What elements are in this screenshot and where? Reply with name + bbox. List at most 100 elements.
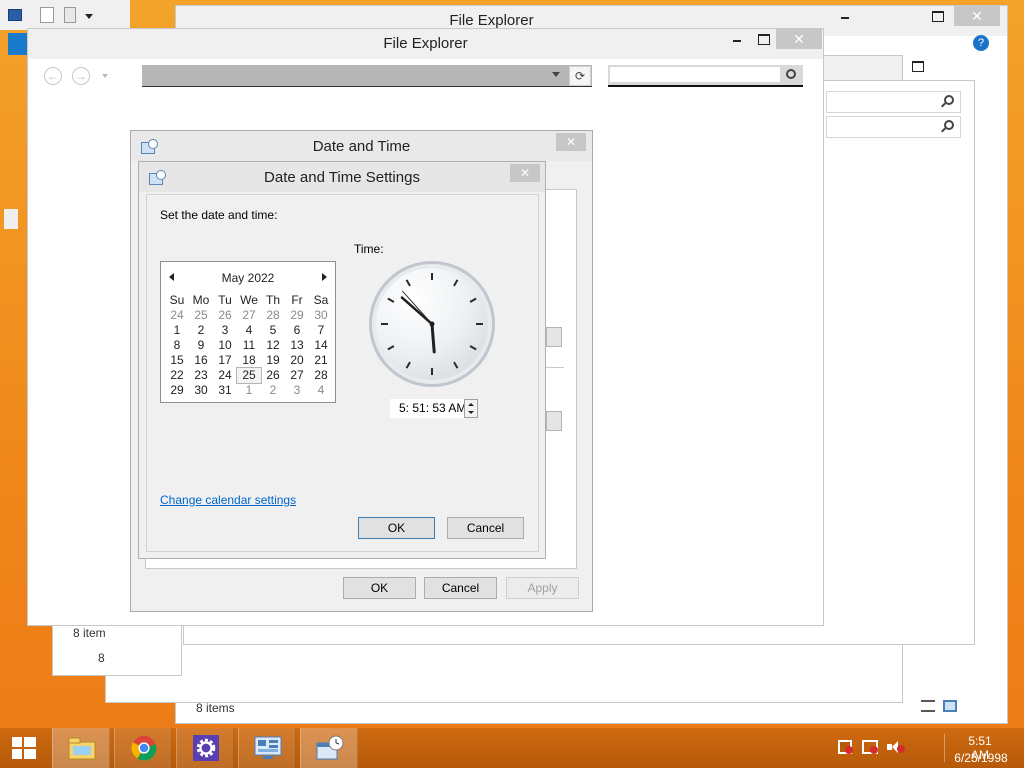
- time-spinner[interactable]: [464, 399, 478, 418]
- maximize-button[interactable]: [904, 56, 930, 76]
- calendar-day[interactable]: 14: [309, 338, 333, 353]
- calendar-day[interactable]: 12: [261, 338, 285, 353]
- taskbar-settings[interactable]: [176, 728, 234, 768]
- calendar-day[interactable]: 30: [309, 308, 333, 323]
- calendar-weekday-su: Su: [169, 293, 185, 307]
- calendar-day[interactable]: 16: [189, 353, 213, 368]
- search-input[interactable]: [826, 91, 961, 113]
- calendar-day[interactable]: 4: [309, 383, 333, 398]
- change-calendar-settings-link[interactable]: Change calendar settings: [160, 493, 296, 507]
- taskbar-clock-date[interactable]: 6/25/1998: [952, 751, 1010, 765]
- panel-divider: [544, 367, 564, 368]
- new-folder-icon[interactable]: [40, 7, 54, 23]
- search-input[interactable]: [608, 65, 803, 87]
- calendar-day[interactable]: 11: [237, 338, 261, 353]
- help-icon[interactable]: ?: [973, 35, 989, 51]
- calendar-day[interactable]: 2: [189, 323, 213, 338]
- close-button[interactable]: ✕: [556, 133, 586, 151]
- calendar-month-label[interactable]: May 2022: [161, 271, 335, 285]
- taskbar: [0, 728, 1024, 768]
- details-view-icon[interactable]: [921, 700, 935, 712]
- forward-button[interactable]: →: [72, 67, 90, 85]
- calendar-day[interactable]: 20: [285, 353, 309, 368]
- taskbar-date-time[interactable]: [300, 728, 358, 768]
- calendar-day[interactable]: 31: [213, 383, 237, 398]
- calendar-day[interactable]: 3: [285, 383, 309, 398]
- calendar-day[interactable]: 1: [237, 383, 261, 398]
- date-time-dialog-titlebar: Date and Time: [131, 131, 592, 161]
- calendar-day[interactable]: 29: [165, 383, 189, 398]
- calendar-day[interactable]: 30: [189, 383, 213, 398]
- calendar-day[interactable]: 28: [261, 308, 285, 323]
- calendar-day[interactable]: 15: [165, 353, 189, 368]
- calendar-day[interactable]: 28: [309, 368, 333, 383]
- customize-qat-icon[interactable]: [85, 14, 93, 19]
- calendar-day[interactable]: 27: [237, 308, 261, 323]
- ribbon-file-tab[interactable]: [8, 33, 28, 55]
- close-button[interactable]: ✕: [954, 6, 1000, 26]
- clock-tick: [469, 297, 477, 303]
- calendar-day[interactable]: 22: [165, 368, 189, 383]
- recent-locations-icon[interactable]: [102, 74, 108, 78]
- cancel-button[interactable]: Cancel: [447, 517, 524, 539]
- refresh-button[interactable]: ⟳: [569, 66, 591, 86]
- calendar-day[interactable]: 23: [189, 368, 213, 383]
- rename-icon[interactable]: [64, 7, 76, 23]
- calendar-day[interactable]: 17: [213, 353, 237, 368]
- properties-icon[interactable]: [8, 9, 22, 21]
- calendar-day[interactable]: 5: [261, 323, 285, 338]
- calendar-day[interactable]: 24: [213, 368, 237, 383]
- calendar-day[interactable]: 13: [285, 338, 309, 353]
- settings-gear-icon: [193, 735, 219, 761]
- start-button[interactable]: [0, 728, 48, 768]
- calendar-day[interactable]: 3: [213, 323, 237, 338]
- close-button[interactable]: ✕: [510, 164, 540, 182]
- navigation-pane: [4, 209, 18, 229]
- time-input[interactable]: 5: 51: 53 AM: [390, 399, 470, 418]
- address-bar[interactable]: [142, 65, 592, 87]
- taskbar-file-explorer[interactable]: [52, 728, 110, 768]
- action-center-icon[interactable]: [838, 740, 853, 754]
- calendar-day[interactable]: 24: [165, 308, 189, 323]
- large-icons-view-icon[interactable]: [943, 700, 957, 712]
- taskbar-chrome[interactable]: [114, 728, 172, 768]
- clock-tick: [453, 361, 459, 369]
- network-icon[interactable]: [862, 740, 878, 754]
- taskbar-control-panel[interactable]: [238, 728, 296, 768]
- calendar-day[interactable]: 2: [261, 383, 285, 398]
- close-button[interactable]: ✕: [776, 29, 822, 49]
- calendar-day[interactable]: 4: [237, 323, 261, 338]
- explorer-window-middle-c: 8 item 8: [52, 620, 182, 676]
- calendar-day[interactable]: 1: [165, 323, 189, 338]
- calendar-day[interactable]: 19: [261, 353, 285, 368]
- calendar-day[interactable]: 8: [165, 338, 189, 353]
- search-input[interactable]: [826, 116, 961, 138]
- minimize-button[interactable]: [832, 6, 858, 26]
- calendar-day[interactable]: 25: [236, 367, 262, 384]
- search-input-field[interactable]: [610, 67, 780, 82]
- clock-center: [429, 321, 435, 327]
- minimize-button[interactable]: [724, 29, 750, 49]
- volume-icon[interactable]: [887, 740, 905, 754]
- calendar-control[interactable]: May 2022 Su Mo Tu We Th Fr Sa 24 25 26 27 28 29 30 1 2 3…: [160, 261, 336, 403]
- calendar-day[interactable]: 9: [189, 338, 213, 353]
- calendar-day[interactable]: 27: [285, 368, 309, 383]
- cancel-button[interactable]: Cancel: [424, 577, 497, 599]
- calendar-day[interactable]: 10: [213, 338, 237, 353]
- calendar-day[interactable]: 29: [285, 308, 309, 323]
- maximize-button[interactable]: [750, 29, 776, 49]
- calendar-day[interactable]: 25: [189, 308, 213, 323]
- ok-button[interactable]: OK: [343, 577, 416, 599]
- address-dropdown-icon[interactable]: [552, 72, 560, 77]
- calendar-day[interactable]: 6: [285, 323, 309, 338]
- calendar-day[interactable]: 26: [213, 308, 237, 323]
- back-button[interactable]: ←: [44, 67, 62, 85]
- maximize-button[interactable]: [924, 6, 950, 26]
- ok-button[interactable]: OK: [358, 517, 435, 539]
- calendar-day[interactable]: 21: [309, 353, 333, 368]
- calendar-day[interactable]: 7: [309, 323, 333, 338]
- calendar-day[interactable]: 18: [237, 353, 261, 368]
- calendar-day[interactable]: 26: [261, 368, 285, 383]
- next-month-icon[interactable]: [322, 273, 327, 281]
- apply-button[interactable]: Apply: [506, 577, 579, 599]
